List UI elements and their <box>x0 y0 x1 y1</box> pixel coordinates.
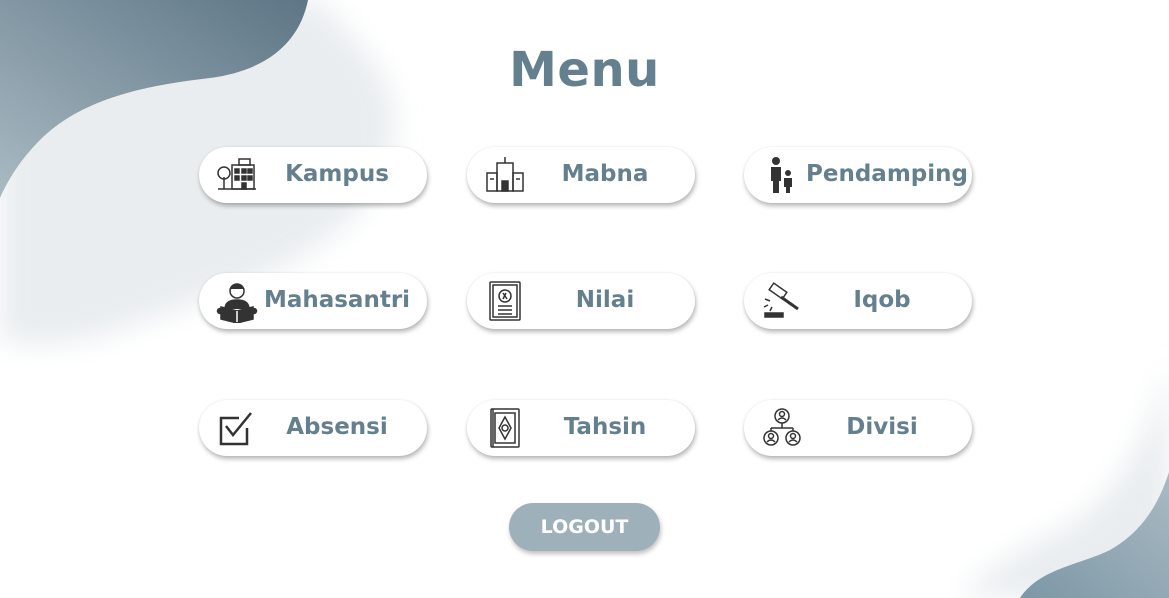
gavel-icon <box>760 279 804 323</box>
menu-button-iqob[interactable]: Iqob <box>744 273 972 329</box>
menu-label: Mabna <box>561 161 649 187</box>
menu-label: Nilai <box>575 287 635 313</box>
menu-button-nilai[interactable]: Nilai <box>467 273 695 329</box>
menu-button-mabna[interactable]: Mabna <box>467 147 695 203</box>
menu-label: Pendamping <box>806 161 968 187</box>
grade-certificate-icon <box>483 279 527 323</box>
menu-button-tahsin[interactable]: Tahsin <box>467 400 695 456</box>
menu-label: Mahasantri <box>263 287 411 313</box>
menu-button-absensi[interactable]: Absensi <box>199 400 427 456</box>
checkbox-icon <box>215 406 259 450</box>
logout-button[interactable]: LOGOUT <box>509 503 660 551</box>
menu-button-kampus[interactable]: Kampus <box>199 147 427 203</box>
page-title: Menu <box>509 42 660 98</box>
menu-label: Absensi <box>286 414 388 440</box>
menu-label: Kampus <box>285 161 389 187</box>
guardian-with-child-icon <box>760 153 804 197</box>
menu-label: Tahsin <box>563 414 647 440</box>
menu-label: Divisi <box>846 414 918 440</box>
menu-button-divisi[interactable]: Divisi <box>744 400 972 456</box>
quran-book-icon <box>483 406 527 450</box>
menu-button-pendamping[interactable]: Pendamping <box>744 147 972 203</box>
menu-button-mahasantri[interactable]: Mahasantri <box>199 273 427 329</box>
campus-building-icon <box>215 153 259 197</box>
dormitory-building-icon <box>483 153 527 197</box>
menu-label: Iqob <box>853 287 911 313</box>
organization-people-icon <box>760 406 804 450</box>
student-reading-icon <box>215 279 259 323</box>
